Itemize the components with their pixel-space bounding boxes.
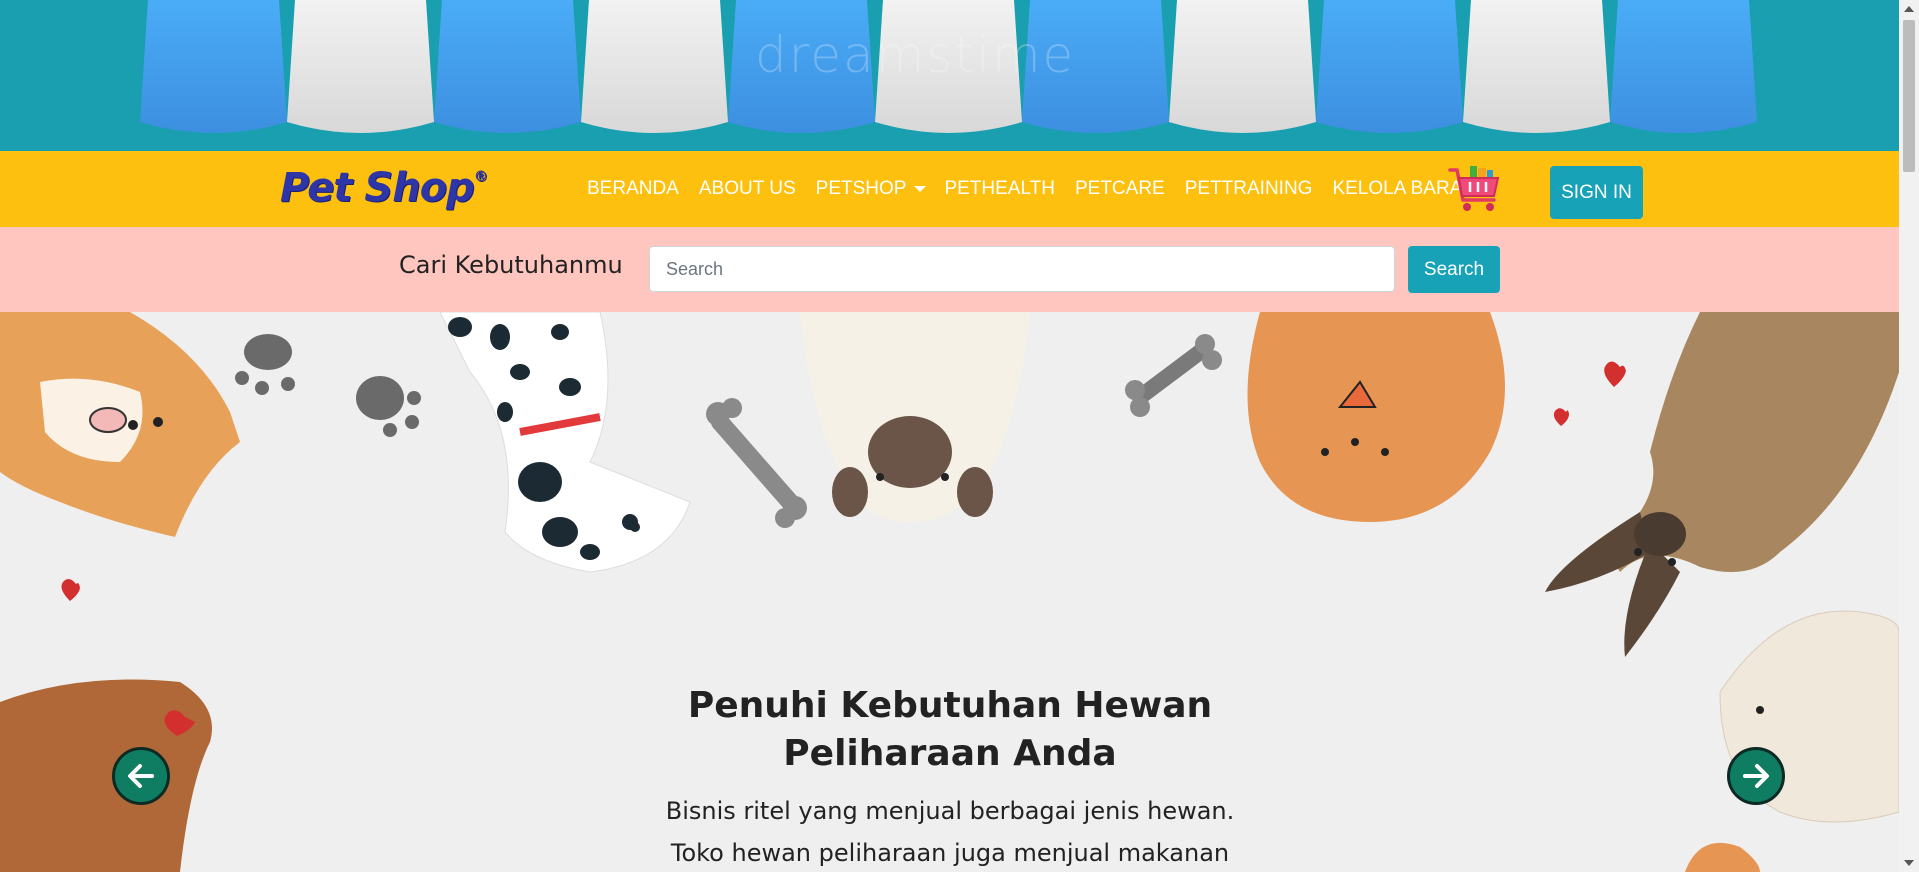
page-scrollbar[interactable] — [1899, 0, 1919, 872]
nav-item-petshop-dropdown[interactable]: PETSHOP — [816, 178, 927, 200]
hero-title: Penuhi Kebutuhan Hewan Peliharaan Anda — [600, 682, 1300, 778]
navbar: Pet Shop® BERANDA ABOUT US PETSHOP PETHE… — [0, 151, 1899, 227]
white-puppy-illustration — [1685, 610, 1899, 872]
hero-illustration — [0, 312, 1899, 872]
shopping-cart-icon[interactable] — [1448, 164, 1502, 214]
brand-mark: ® — [473, 169, 488, 185]
watermark-text: dreamstime — [755, 26, 1076, 84]
hero-carousel: Penuhi Kebutuhan Hewan Peliharaan Anda B… — [0, 312, 1899, 872]
search-input[interactable] — [649, 246, 1395, 292]
hero-title-line-1: Penuhi Kebutuhan Hewan — [687, 685, 1213, 726]
paw-print-illustration — [235, 334, 421, 437]
awning-stripe-white — [1463, 0, 1610, 133]
scroll-thumb[interactable] — [1903, 20, 1915, 172]
dalmatian-dog-illustration — [439, 312, 691, 573]
awning-stripe-blue — [434, 0, 581, 133]
awning-stripe-blue — [1610, 0, 1757, 133]
awning-stripe-blue — [140, 0, 287, 133]
search-label: Cari Kebutuhanmu — [399, 251, 623, 279]
hero-title-line-2: Peliharaan Anda — [783, 733, 1117, 774]
awning-stripe-white — [1169, 0, 1316, 133]
hero-description-line-2: Toko hewan peliharaan juga menjual makan… — [670, 839, 1230, 867]
nav-item-beranda[interactable]: BERANDA — [587, 178, 679, 200]
scroll-up-arrow-icon[interactable] — [1904, 6, 1914, 12]
brand-name: Pet Shop — [280, 165, 475, 211]
arrow-left-icon — [128, 764, 154, 788]
awning-stripe-white — [287, 0, 434, 133]
white-dog-illustration — [800, 312, 1030, 522]
caret-down-icon — [914, 185, 927, 192]
awning-stripe-blue — [1316, 0, 1463, 133]
yorkie-dog-illustration — [0, 679, 212, 872]
nav-item-petshop-label: PETSHOP — [815, 178, 907, 199]
nav-item-pettraining[interactable]: PETTRAINING — [1185, 178, 1313, 200]
page: dreamstime Pet Shop® BERANDA ABOUT US PE… — [0, 0, 1899, 872]
awning-stripe-white — [581, 0, 728, 133]
awning-banner: dreamstime — [0, 0, 1899, 151]
search-button[interactable]: Search — [1408, 246, 1500, 293]
nav-item-about-us[interactable]: ABOUT US — [699, 178, 796, 200]
sign-in-button[interactable]: SIGN IN — [1550, 166, 1643, 219]
shiba-dog-illustration — [0, 312, 240, 537]
shepherd-dog-illustration — [1545, 312, 1899, 657]
carousel-prev-button[interactable] — [112, 747, 170, 805]
hero-description-line-1: Bisnis ritel yang menjual berbagai jenis… — [665, 797, 1235, 825]
hero-description: Bisnis ritel yang menjual berbagai jenis… — [600, 790, 1300, 872]
scroll-down-arrow-icon[interactable] — [1904, 860, 1914, 866]
arrow-right-icon — [1743, 764, 1769, 788]
nav-item-pethealth[interactable]: PETHEALTH — [944, 178, 1055, 200]
nav-item-petcare[interactable]: PETCARE — [1075, 178, 1165, 200]
nav-links: BERANDA ABOUT US PETSHOP PETHEALTH PETCA… — [587, 151, 1511, 227]
brand-logo[interactable]: Pet Shop® — [280, 165, 488, 211]
search-bar: Cari Kebutuhanmu Search — [0, 227, 1899, 312]
carousel-next-button[interactable] — [1727, 747, 1785, 805]
pomeranian-dog-illustration — [1247, 312, 1505, 522]
